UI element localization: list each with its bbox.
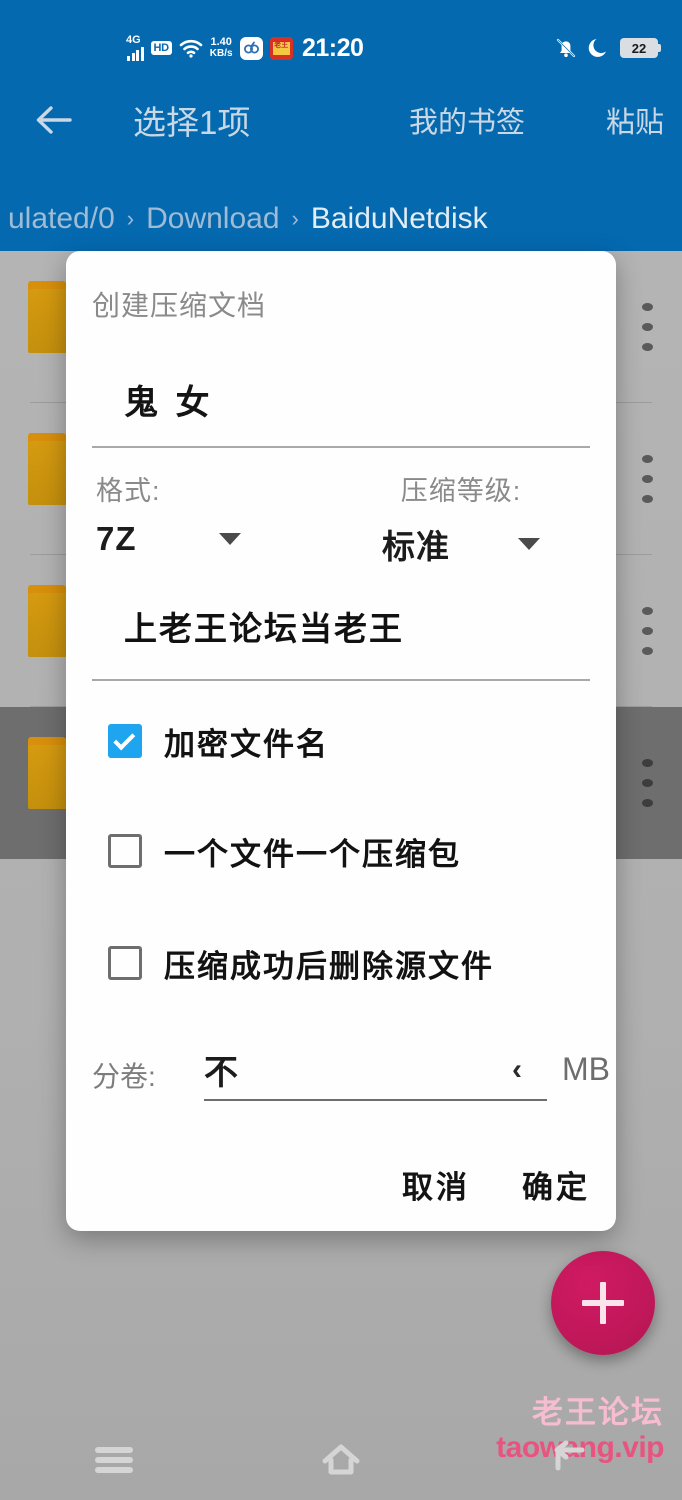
compression-level-label: 压缩等级: [400, 476, 522, 506]
battery-percent: 22 [631, 40, 647, 56]
checkbox-delete-source-after[interactable]: 压缩成功后删除源文件 [108, 941, 494, 985]
arrow-left-icon [36, 106, 72, 134]
breadcrumb-separator: › [291, 206, 299, 231]
my-bookmarks-button[interactable]: 我的书签 [409, 99, 525, 141]
checkbox-label: 压缩成功后删除源文件 [164, 948, 494, 984]
dialog-actions: 取消 确定 [402, 1162, 590, 1207]
dialog-title: 创建压缩文档 [92, 290, 267, 321]
speed-value: 1.40 [210, 36, 232, 48]
format-select[interactable]: 7Z [96, 520, 336, 558]
archive-options-row: 格式: 7Z 压缩等级: 标准 [92, 469, 590, 569]
plus-icon [582, 1282, 624, 1324]
confirm-button[interactable]: 确定 [522, 1162, 590, 1207]
checkbox-label: 加密文件名 [164, 726, 329, 762]
split-volume-underline [204, 1099, 547, 1101]
breadcrumb-item-1[interactable]: Download [146, 202, 279, 236]
network-type-label: 4G [126, 34, 141, 46]
battery-icon: 22 [620, 38, 661, 58]
breadcrumb: ulated/0 › Download › BaiduNetdisk [0, 190, 682, 248]
password-input[interactable]: 上老王论坛当老王 [124, 602, 404, 650]
page-title: 选择1项 [133, 104, 251, 141]
status-bar-clock: 21:20 [302, 33, 364, 62]
wifi-icon [179, 38, 203, 58]
checkbox-checked-icon[interactable] [108, 724, 142, 758]
nav-recents-button[interactable] [69, 1430, 159, 1490]
format-select-group: 格式: 7Z [96, 469, 336, 558]
breadcrumb-item-2[interactable]: BaiduNetdisk [311, 202, 488, 236]
network-speed-icon: 1.40 KB/s [209, 36, 233, 60]
split-volume-label: 分卷: [92, 1061, 156, 1092]
checkbox-one-archive-per-file[interactable]: 一个文件一个压缩包 [108, 829, 461, 873]
app-badge-red-icon: 老王 [269, 36, 293, 60]
signal-bars-icon: 4G [126, 34, 144, 61]
notifications-muted-icon [556, 38, 576, 58]
paste-button[interactable]: 粘贴 [606, 99, 664, 141]
create-archive-dialog: 创建压缩文档 鬼 女 格式: 7Z 压缩等级: 标准 上老王论坛当老王 加密文件… [66, 251, 616, 1231]
row-overflow-menu-icon[interactable] [640, 607, 654, 655]
hd-icon: HD [150, 41, 172, 55]
chevron-down-icon [218, 533, 241, 545]
back-button[interactable] [28, 94, 80, 146]
row-overflow-menu-icon[interactable] [640, 303, 654, 351]
app-bar-title-row: 选择1项 我的书签 粘贴 [0, 85, 682, 155]
compression-level-value: 标准 [382, 528, 450, 565]
compression-level-select[interactable]: 标准 [356, 520, 606, 568]
speed-unit: KB/s [209, 48, 233, 59]
split-volume-input[interactable]: 不 [204, 1045, 238, 1094]
chevron-down-icon [518, 538, 540, 550]
add-fab-button[interactable] [551, 1251, 655, 1355]
compression-level-select-group: 压缩等级: 标准 [356, 469, 606, 568]
split-volume-unit: MB [562, 1051, 610, 1087]
nav-home-button[interactable] [296, 1430, 386, 1490]
checkbox-label: 一个文件一个压缩包 [164, 836, 461, 872]
row-overflow-menu-icon[interactable] [640, 759, 654, 807]
password-underline [92, 679, 590, 681]
recents-icon [94, 1447, 133, 1473]
status-bar-left-icons: 4G HD 1.40 KB/s 老王 [126, 28, 293, 68]
chevron-left-icon[interactable]: ‹ [512, 1053, 522, 1087]
home-icon [322, 1444, 360, 1475]
split-volume-row: 分卷: 不 ‹ MB [92, 1041, 610, 1111]
cancel-button[interactable]: 取消 [402, 1162, 470, 1207]
checkbox-unchecked-icon[interactable] [108, 946, 142, 980]
status-bar-right-icons: 22 [554, 28, 661, 68]
phone-screen: 老王论坛 taowang.vip 4G HD 1.40 KB/s 老王 21:2… [0, 0, 682, 1500]
app-bar: 4G HD 1.40 KB/s 老王 21:20 22 选择1项 我的书签 粘贴… [0, 0, 682, 251]
checkbox-unchecked-icon[interactable] [108, 834, 142, 868]
format-value: 7Z [96, 520, 137, 557]
breadcrumb-separator: › [126, 206, 135, 231]
app-badge-icon [239, 36, 263, 60]
breadcrumb-item-0[interactable]: ulated/0 [8, 202, 115, 236]
row-overflow-menu-icon[interactable] [640, 455, 654, 503]
nav-back-button[interactable] [523, 1430, 613, 1490]
back-icon [554, 1440, 585, 1471]
checkbox-encrypt-filenames[interactable]: 加密文件名 [108, 719, 329, 763]
archive-name-input[interactable]: 鬼 女 [124, 375, 213, 424]
format-label: 格式: [96, 476, 161, 506]
status-bar: 4G HD 1.40 KB/s 老王 21:20 22 [0, 28, 682, 68]
do-not-disturb-moon-icon [588, 39, 606, 57]
archive-name-underline [92, 446, 590, 448]
system-navigation-bar [0, 1420, 682, 1500]
